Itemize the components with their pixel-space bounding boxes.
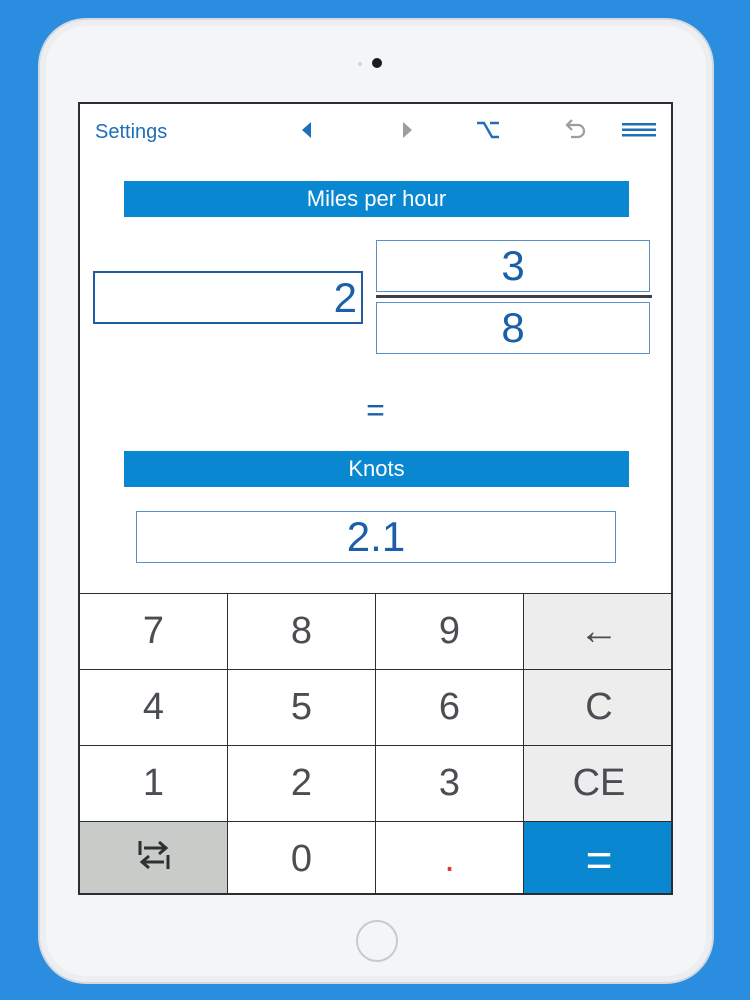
home-button[interactable]: [356, 920, 398, 962]
key-1[interactable]: 1: [80, 746, 227, 821]
key-7[interactable]: 7: [80, 594, 227, 669]
result-output: 2.1: [136, 511, 616, 563]
toolbar: Settings: [80, 104, 671, 160]
front-camera: [372, 58, 382, 68]
equals-label: =: [366, 392, 385, 428]
ambient-sensor: [358, 62, 362, 66]
backspace-key[interactable]: ←: [524, 594, 671, 669]
triangle-right-icon[interactable]: [396, 116, 420, 144]
swap-units-key[interactable]: [80, 822, 227, 893]
app-screen: Settings Miles per hour 2 3 8 = Knots 2.…: [78, 102, 673, 895]
key-3[interactable]: 3: [376, 746, 523, 821]
key-5[interactable]: 5: [228, 670, 375, 745]
from-unit-selector[interactable]: Miles per hour: [124, 181, 629, 217]
menu-icon[interactable]: [622, 116, 656, 144]
key-6[interactable]: 6: [376, 670, 523, 745]
decimal-point-key[interactable]: .: [376, 822, 523, 893]
swap-arrows-icon: [136, 838, 172, 882]
key-0[interactable]: 0: [228, 822, 375, 893]
fraction-bar: [376, 295, 652, 298]
denominator-input[interactable]: 8: [376, 302, 650, 354]
undo-icon[interactable]: [560, 116, 590, 144]
clear-entry-key[interactable]: CE: [524, 746, 671, 821]
settings-button[interactable]: Settings: [95, 121, 167, 144]
whole-number-input[interactable]: 2: [93, 271, 363, 324]
to-unit-selector[interactable]: Knots: [124, 451, 629, 487]
equals-key[interactable]: =: [524, 822, 671, 893]
numerator-input[interactable]: 3: [376, 240, 650, 292]
keypad: 7 8 9 ← 4 5 6 C 1 2 3 CE 0 . =: [80, 593, 671, 893]
triangle-left-icon[interactable]: [294, 116, 318, 144]
key-4[interactable]: 4: [80, 670, 227, 745]
key-9[interactable]: 9: [376, 594, 523, 669]
key-8[interactable]: 8: [228, 594, 375, 669]
option-key-icon[interactable]: [473, 116, 503, 144]
key-2[interactable]: 2: [228, 746, 375, 821]
clear-key[interactable]: C: [524, 670, 671, 745]
